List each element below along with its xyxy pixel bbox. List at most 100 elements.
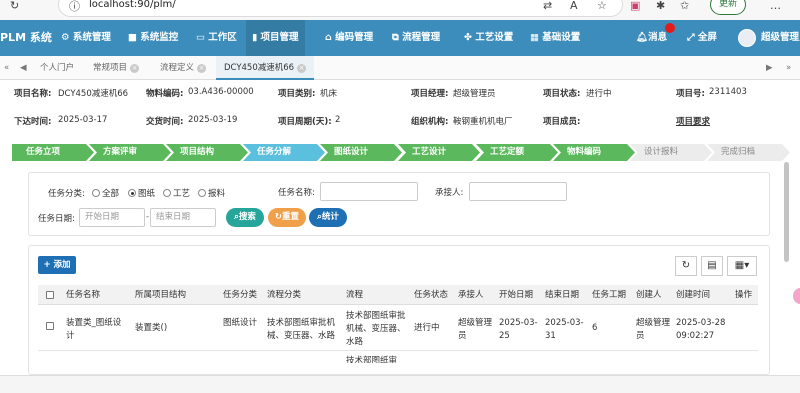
tab-next-icon[interactable]: ▶ [766,56,773,80]
expand-icon: ⤢ [687,32,698,43]
assignee-label: 承接人: [435,188,464,198]
tab-regular-projects[interactable]: 常规项目 × [93,56,140,80]
collections-icon[interactable]: ▣ [630,0,640,12]
vertical-scrollbar[interactable] [784,162,789,262]
nav-item-workspace[interactable]: ▭ 工作区 [196,20,237,56]
task-name-label: 任务名称: [278,188,315,198]
delivery-date-label: 交货时间: [146,117,184,127]
refresh-table-button[interactable]: ↻ [675,256,697,276]
row-checkbox[interactable] [46,322,54,330]
radio-all[interactable]: 全部 [92,187,119,199]
nav-item-system[interactable]: ⚙ 系统管理 [61,20,111,56]
nav-item-workflow[interactable]: ⧉ 流程管理 [392,20,440,56]
refresh-icon[interactable]: ↻ [10,0,19,12]
browser-toolbar: ↻ ⓘ localhost:90/plm/ ⇄ A ☆ ▣ ✱ ✩ 更新 … [0,0,800,20]
col-flow-category[interactable]: 流程分类 [267,285,301,305]
nav-item-monitor[interactable]: ■ 系统监控 [128,20,178,56]
issue-date-value: 2025-03-17 [58,115,108,125]
book-icon: ▮ [252,32,261,43]
step-process-quota[interactable]: 工艺定额 [476,144,558,161]
search-button[interactable]: ⌕搜索 [226,208,264,227]
translate-icon[interactable]: ⇄ [543,0,552,12]
columns-menu-button[interactable]: ▦▾ [727,256,757,276]
nav-item-coding[interactable]: ⌂ 编码管理 [325,20,373,56]
cell-end-date: 2025-03-31 [545,318,584,341]
close-icon[interactable]: × [197,64,207,73]
radio-report[interactable]: 报料 [198,187,225,199]
more-icon[interactable]: … [770,0,781,12]
tab-scroll-right-icon[interactable]: » [786,56,791,80]
table-header: 任务名称 所属项目结构 任务分类 流程分类 流程 任务状态 承接人 开始日期 结… [38,285,758,305]
col-category[interactable]: 任务分类 [223,285,257,305]
step-task-setup[interactable]: 任务立项 [12,144,94,161]
reset-button[interactable]: ↻重置 [268,208,306,227]
radio-process[interactable]: 工艺 [163,187,190,199]
col-structure[interactable]: 所属项目结构 [135,285,186,305]
add-task-button[interactable]: + 添加 [38,256,76,274]
favorite-icon[interactable]: ☆ [597,0,607,12]
radio-drawing[interactable]: 图纸 [128,187,155,199]
col-status[interactable]: 任务状态 [414,285,448,305]
col-flow[interactable]: 流程 [346,285,363,305]
fullscreen-button[interactable]: ⤢ 全屏 [687,20,717,56]
stats-button[interactable]: ⌕统计 [309,208,347,227]
project-requirements-link[interactable]: 项目要求 [676,115,710,127]
project-manager-label: 项目经理: [411,89,449,99]
col-task-name[interactable]: 任务名称 [66,285,100,305]
project-name-label: 项目名称: [14,89,52,99]
col-created-time[interactable]: 创建时间 [676,285,710,305]
close-icon[interactable]: × [130,64,140,73]
col-creator[interactable]: 创建人 [636,285,662,305]
project-number-label: 项目号: [676,89,705,99]
tab-personal-portal[interactable]: 个人门户 [40,56,74,80]
extensions-icon[interactable]: ✱ [656,0,665,12]
nav-item-project[interactable]: ▮ 项目管理 [246,20,305,56]
project-number-value: 2311403 [709,87,747,97]
col-end-date[interactable]: 结束日期 [545,285,579,305]
project-name-value: DCY450减速机66 [58,89,129,99]
read-aloud-icon[interactable]: A [570,0,578,12]
top-navbar: PLM 系统 ⚙ 系统管理 ■ 系统监控 ▭ 工作区 ▮ 项目管理 ⌂ 编码管理… [0,20,800,56]
select-all-checkbox[interactable] [46,291,54,299]
col-start-date[interactable]: 开始日期 [499,285,533,305]
col-duration[interactable]: 任务工期 [592,285,626,305]
side-assistant-button[interactable] [793,288,800,304]
step-material-coding[interactable]: 物料编码 [553,144,635,161]
step-archive[interactable]: 完成归档 [707,144,790,161]
tab-prev-icon[interactable]: ◀ [20,56,27,80]
end-date-input[interactable]: 结束日期 [150,208,216,227]
cell-flow-category: 技术部图纸审批机械、变压器、水路 [267,318,336,341]
task-name-input[interactable] [320,182,418,201]
avatar[interactable] [738,29,756,47]
favorites-bar-icon[interactable]: ✩ [680,0,689,12]
start-date-input[interactable]: 开始日期 [79,208,145,227]
project-category-value: 机床 [320,89,338,99]
close-icon[interactable]: × [297,64,307,73]
nav-item-basic[interactable]: ▦ 基础设置 [530,20,580,56]
tab-process-definition[interactable]: 流程定义 × [160,56,207,80]
col-actions: 操作 [735,290,753,300]
nav-item-process[interactable]: ✤ 工艺设置 [464,20,513,56]
user-menu[interactable]: 超级管理员 [761,20,800,56]
messages-button[interactable]: 🔔︎消息 [636,20,667,56]
radio-icon [92,189,100,197]
step-task-breakdown[interactable]: 任务分解 [243,144,325,161]
info-icon[interactable]: ⓘ [69,0,80,14]
update-button[interactable]: 更新 [710,0,746,15]
date-separator: - [146,212,150,222]
step-design-report[interactable]: 设计报料 [630,144,712,161]
step-project-structure[interactable]: 项目结构 [166,144,248,161]
step-drawing-design[interactable]: 图纸设计 [320,144,402,161]
tab-project-detail[interactable]: DCY450减速机66 × [216,56,315,80]
toggle-view-button[interactable]: ▤ [701,256,723,276]
grid-icon: ▦ [530,32,543,43]
app-brand[interactable]: PLM 系统 [0,20,52,56]
paw-icon: ✤ [464,32,476,43]
address-bar[interactable]: ⓘ localhost:90/plm/ [58,0,623,17]
tab-scroll-left-icon[interactable]: « [4,56,9,80]
radio-icon [163,189,171,197]
assignee-input[interactable] [469,182,567,201]
col-assignee[interactable]: 承接人 [458,285,484,305]
step-plan-review[interactable]: 方案评审 [89,144,171,161]
step-process-design[interactable]: 工艺设计 [398,144,480,161]
